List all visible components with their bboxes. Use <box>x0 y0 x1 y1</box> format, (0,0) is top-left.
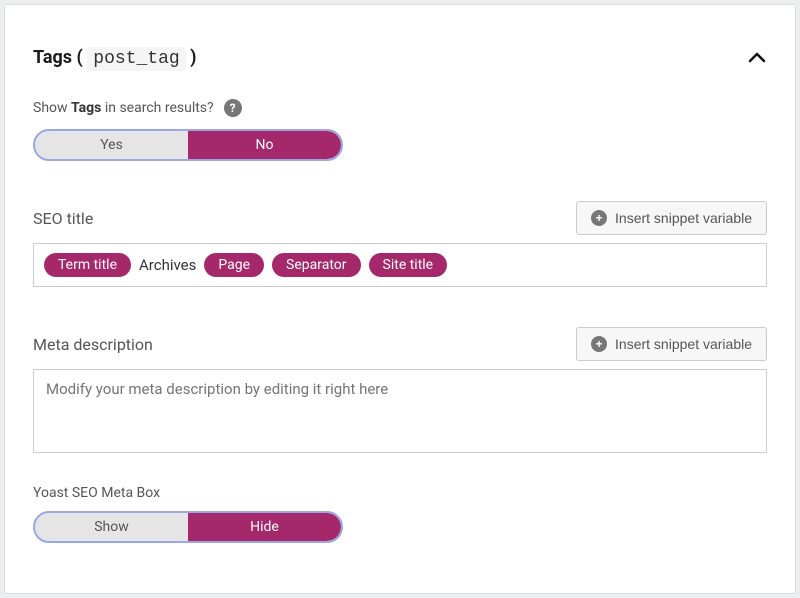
meta-description-section: Meta description + Insert snippet variab… <box>33 327 767 457</box>
plus-circle-icon: + <box>591 336 607 352</box>
meta-description-head: Meta description + Insert snippet variab… <box>33 327 767 361</box>
insert-snippet-seo-title-label: Insert snippet variable <box>615 210 752 226</box>
show-in-results-no[interactable]: No <box>188 131 341 159</box>
panel-title: Tags ( post_tag ) <box>33 47 197 69</box>
snippet-variable-chip[interactable]: Term title <box>44 253 131 277</box>
snippet-variable-chip[interactable]: Page <box>204 253 264 277</box>
seo-title-section: SEO title + Insert snippet variable Term… <box>33 201 767 287</box>
show-in-results-toggle: Yes No <box>33 129 343 161</box>
show-in-results-field: Show Tags in search results? ? Yes No <box>33 99 767 161</box>
insert-snippet-meta-label: Insert snippet variable <box>615 336 752 352</box>
show-label-pre: Show <box>33 100 68 116</box>
metabox-hide[interactable]: Hide <box>188 513 341 541</box>
chevron-up-icon <box>747 48 767 68</box>
tags-settings-panel: Tags ( post_tag ) Show Tags in search re… <box>4 4 796 594</box>
metabox-section: Yoast SEO Meta Box Show Hide <box>33 485 767 543</box>
panel-header: Tags ( post_tag ) <box>33 47 767 69</box>
metabox-label: Yoast SEO Meta Box <box>33 485 767 501</box>
insert-snippet-seo-title-button[interactable]: + Insert snippet variable <box>576 201 767 235</box>
snippet-variable-chip[interactable]: Separator <box>272 253 360 277</box>
seo-title-head: SEO title + Insert snippet variable <box>33 201 767 235</box>
show-in-results-label: Show Tags in search results? ? <box>33 99 767 117</box>
collapse-toggle[interactable] <box>747 48 767 68</box>
snippet-plain-text: Archives <box>139 256 196 274</box>
help-icon[interactable]: ? <box>224 99 242 117</box>
panel-title-paren-close: ) <box>190 47 196 68</box>
panel-title-code: post_tag <box>87 47 185 71</box>
show-label-post: in search results? <box>105 100 214 116</box>
meta-description-label: Meta description <box>33 335 153 354</box>
panel-title-paren-open: ( <box>76 47 82 68</box>
seo-title-label: SEO title <box>33 209 93 228</box>
meta-description-input[interactable] <box>33 369 767 453</box>
seo-title-input[interactable]: Term title Archives Page Separator Site titl… <box>33 243 767 287</box>
plus-circle-icon: + <box>591 210 607 226</box>
show-in-results-yes[interactable]: Yes <box>35 131 188 159</box>
show-label-bold: Tags <box>71 100 101 116</box>
metabox-toggle: Show Hide <box>33 511 343 543</box>
snippet-variable-chip[interactable]: Site title <box>369 253 448 277</box>
metabox-show[interactable]: Show <box>35 513 188 541</box>
insert-snippet-meta-button[interactable]: + Insert snippet variable <box>576 327 767 361</box>
panel-title-text: Tags <box>33 47 72 68</box>
